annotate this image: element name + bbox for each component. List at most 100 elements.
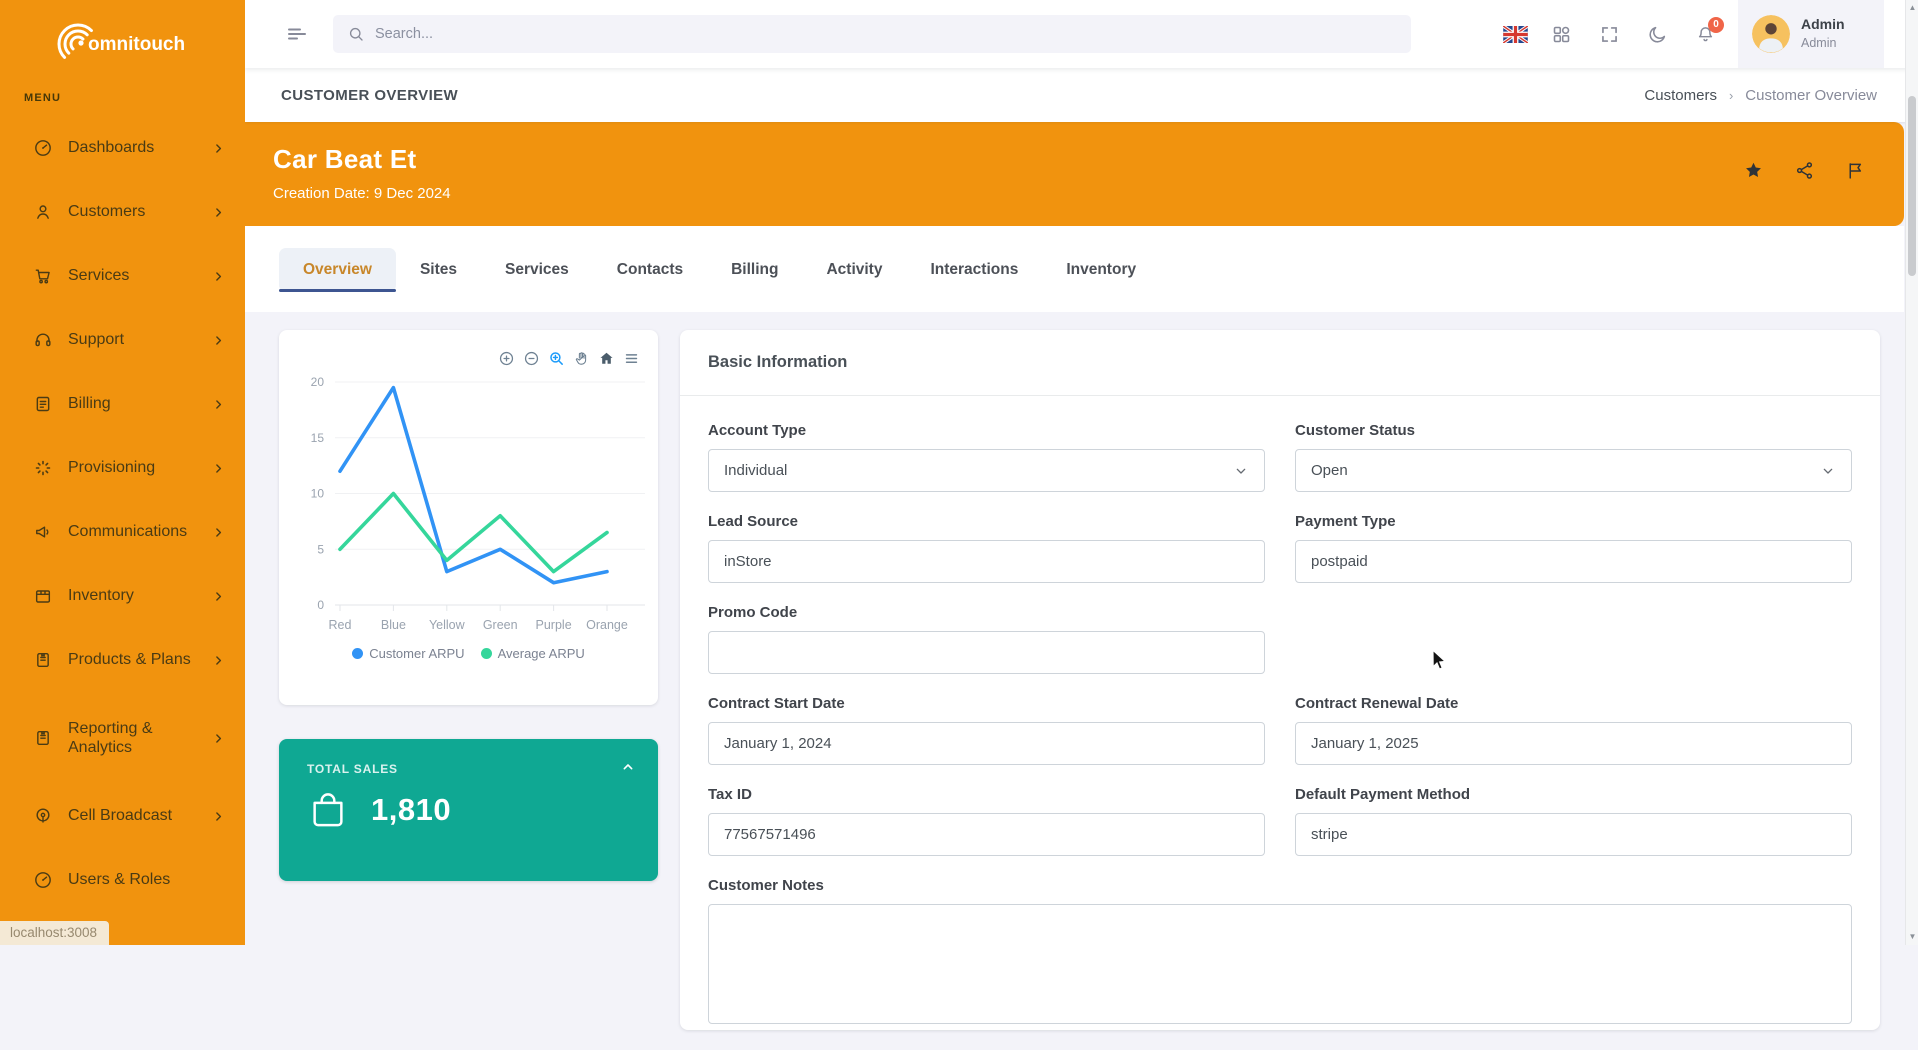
search-box bbox=[333, 15, 1411, 53]
logo-text: omnitouch bbox=[88, 34, 185, 55]
zoom-out-icon[interactable] bbox=[523, 350, 540, 367]
pan-icon[interactable] bbox=[573, 350, 590, 367]
zoom-in-icon[interactable] bbox=[498, 350, 515, 367]
legend-label: Customer ARPU bbox=[369, 646, 464, 661]
customer-status-select[interactable]: Open bbox=[1295, 449, 1852, 492]
customer-creation-date: Creation Date: 9 Dec 2024 bbox=[273, 185, 451, 202]
chevron-up-icon[interactable] bbox=[620, 759, 636, 775]
user-icon bbox=[33, 202, 53, 222]
menu-icon[interactable] bbox=[623, 350, 640, 367]
tax-id-input[interactable] bbox=[708, 813, 1265, 856]
language-flag-icon[interactable] bbox=[1503, 24, 1524, 45]
sidebar-item-users-roles[interactable]: Users & Roles bbox=[0, 848, 245, 912]
tax-id-field: Tax ID bbox=[708, 786, 1265, 856]
scrollbar-up-arrow[interactable]: ▲ bbox=[1906, 1, 1918, 15]
menu-section-label: MENU bbox=[24, 92, 245, 104]
tab-interactions[interactable]: Interactions bbox=[906, 248, 1042, 292]
field-label: Contract Start Date bbox=[708, 695, 1265, 712]
scrollbar-thumb[interactable] bbox=[1908, 96, 1916, 276]
lead-source-input[interactable] bbox=[708, 540, 1265, 583]
customer-notes-textarea[interactable] bbox=[708, 904, 1852, 1024]
hamburger-menu-icon[interactable] bbox=[285, 22, 309, 46]
tab-contacts[interactable]: Contacts bbox=[593, 248, 707, 292]
sidebar-item-support[interactable]: Support bbox=[0, 308, 245, 372]
notification-count-badge: 0 bbox=[1708, 17, 1724, 33]
tab-activity[interactable]: Activity bbox=[802, 248, 906, 292]
breadcrumb: Customers › Customer Overview bbox=[1644, 87, 1877, 104]
sidebar-item-inventory[interactable]: Inventory bbox=[0, 564, 245, 628]
sidebar-item-customers[interactable]: Customers bbox=[0, 180, 245, 244]
field-label: Default Payment Method bbox=[1295, 786, 1852, 803]
total-sales-value: 1,810 bbox=[371, 792, 451, 828]
sidebar-item-label: Provisioning bbox=[68, 458, 212, 477]
chart-toolbar bbox=[498, 350, 640, 367]
contract-renewal-date-field: Contract Renewal Date bbox=[1295, 695, 1852, 765]
sidebar-item-cell-broadcast[interactable]: Cell Broadcast bbox=[0, 784, 245, 848]
account-type-select[interactable]: Individual bbox=[708, 449, 1265, 492]
cart-icon bbox=[33, 266, 53, 286]
tab-services[interactable]: Services bbox=[481, 248, 593, 292]
selection-zoom-icon[interactable] bbox=[548, 350, 565, 367]
flag-icon[interactable] bbox=[1845, 160, 1866, 181]
field-label: Contract Renewal Date bbox=[1295, 695, 1852, 712]
user-menu[interactable]: Admin Admin bbox=[1738, 0, 1884, 68]
payment-type-input[interactable] bbox=[1295, 540, 1852, 583]
field-label: Promo Code bbox=[708, 604, 1265, 621]
svg-text:0: 0 bbox=[317, 598, 324, 612]
sidebar-item-products-plans[interactable]: Products & Plans bbox=[0, 628, 245, 692]
fullscreen-icon[interactable] bbox=[1599, 24, 1620, 45]
legend-customer-arpu[interactable]: Customer ARPU bbox=[352, 646, 464, 661]
scrollbar-down-arrow[interactable]: ▼ bbox=[1906, 930, 1918, 944]
contract-renewal-date-input[interactable] bbox=[1295, 722, 1852, 765]
favorite-star-icon[interactable] bbox=[1743, 160, 1764, 181]
headset-icon bbox=[33, 330, 53, 350]
sidebar-item-services[interactable]: Services bbox=[0, 244, 245, 308]
megaphone-icon bbox=[33, 522, 53, 542]
avatar bbox=[1752, 15, 1790, 53]
chevron-right-icon bbox=[212, 142, 225, 155]
user-role: Admin bbox=[1801, 36, 1845, 52]
default-payment-method-input[interactable] bbox=[1295, 813, 1852, 856]
sidebar-item-dashboards[interactable]: Dashboards bbox=[0, 116, 245, 180]
home-icon[interactable] bbox=[598, 350, 615, 367]
legend-average-arpu[interactable]: Average ARPU bbox=[481, 646, 585, 661]
promo-code-input[interactable] bbox=[708, 631, 1265, 674]
svg-text:15: 15 bbox=[311, 431, 325, 445]
search-input[interactable] bbox=[375, 26, 1397, 42]
sidebar-item-provisioning[interactable]: Provisioning bbox=[0, 436, 245, 500]
apps-grid-icon[interactable] bbox=[1551, 24, 1572, 45]
badge-icon bbox=[33, 728, 53, 748]
svg-text:Blue: Blue bbox=[381, 618, 406, 632]
breadcrumb-customers[interactable]: Customers bbox=[1644, 87, 1717, 104]
tab-overview[interactable]: Overview bbox=[279, 248, 396, 292]
chevron-right-icon bbox=[212, 398, 225, 411]
speedometer-icon bbox=[33, 138, 53, 158]
form-spacer bbox=[1295, 604, 1852, 674]
account-type-field: Account TypeIndividual bbox=[708, 422, 1265, 492]
sidebar-item-communications[interactable]: Communications bbox=[0, 500, 245, 564]
svg-text:Red: Red bbox=[329, 618, 352, 632]
sidebar-item-label: Services bbox=[68, 266, 212, 285]
chevron-right-icon bbox=[212, 590, 225, 603]
sidebar-item-label: Communications bbox=[68, 522, 212, 541]
dark-mode-moon-icon[interactable] bbox=[1647, 24, 1668, 45]
contract-start-date-input[interactable] bbox=[708, 722, 1265, 765]
customer-name: Car Beat Et bbox=[273, 144, 416, 175]
share-icon[interactable] bbox=[1794, 160, 1815, 181]
notifications-bell-icon[interactable]: 0 bbox=[1695, 24, 1716, 45]
default-payment-method-field: Default Payment Method bbox=[1295, 786, 1852, 856]
breadcrumb-separator: › bbox=[1729, 88, 1733, 103]
sidebar-item-label: Inventory bbox=[68, 586, 212, 605]
tab-inventory[interactable]: Inventory bbox=[1042, 248, 1160, 292]
sidebar-item-billing[interactable]: Billing bbox=[0, 372, 245, 436]
svg-text:Orange: Orange bbox=[586, 618, 628, 632]
sidebar-item-reporting-analytics[interactable]: Reporting & Analytics bbox=[0, 692, 245, 784]
tab-sites[interactable]: Sites bbox=[396, 248, 481, 292]
field-label: Tax ID bbox=[708, 786, 1265, 803]
basic-information-card: Basic Information Account TypeIndividual… bbox=[680, 330, 1880, 1030]
tab-billing[interactable]: Billing bbox=[707, 248, 802, 292]
chevron-down-icon bbox=[1233, 463, 1249, 479]
arpu-chart-card: 05101520RedBlueYellowGreenPurpleOrange C… bbox=[279, 330, 658, 705]
app-logo[interactable]: omnitouch bbox=[52, 10, 202, 67]
chart-legend: Customer ARPU Average ARPU bbox=[279, 646, 658, 661]
